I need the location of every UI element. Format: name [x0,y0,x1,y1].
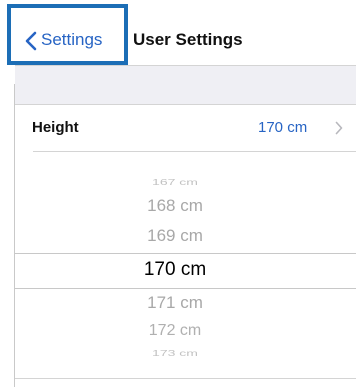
picker-selection-line [15,253,356,254]
section-spacer [15,66,356,104]
height-label: Height [32,119,79,136]
height-picker[interactable]: 167 cm 168 cm 169 cm 170 cm 171 cm 172 c… [15,152,356,378]
picker-option[interactable]: 168 cm [15,196,335,216]
back-button[interactable]: Settings [7,4,128,65]
picker-option[interactable]: 172 cm [15,322,335,340]
picker-selected-option[interactable]: 170 cm [15,259,335,281]
picker-selection-line [15,288,356,289]
user-settings-screen: Settings User Settings Height 170 cm 167… [0,0,356,387]
back-button-label: Settings [41,30,103,49]
page-title: User Settings [133,30,243,49]
picker-option[interactable]: 173 cm [15,348,335,358]
divider [15,378,356,379]
chevron-right-icon [335,121,343,135]
picker-option[interactable]: 169 cm [15,226,335,246]
picker-option[interactable]: 167 cm [15,177,335,187]
picker-option[interactable]: 171 cm [15,293,335,313]
chevron-left-icon [25,31,37,51]
height-value: 170 cm [258,119,308,136]
height-setting-row[interactable]: Height 170 cm [15,105,356,151]
